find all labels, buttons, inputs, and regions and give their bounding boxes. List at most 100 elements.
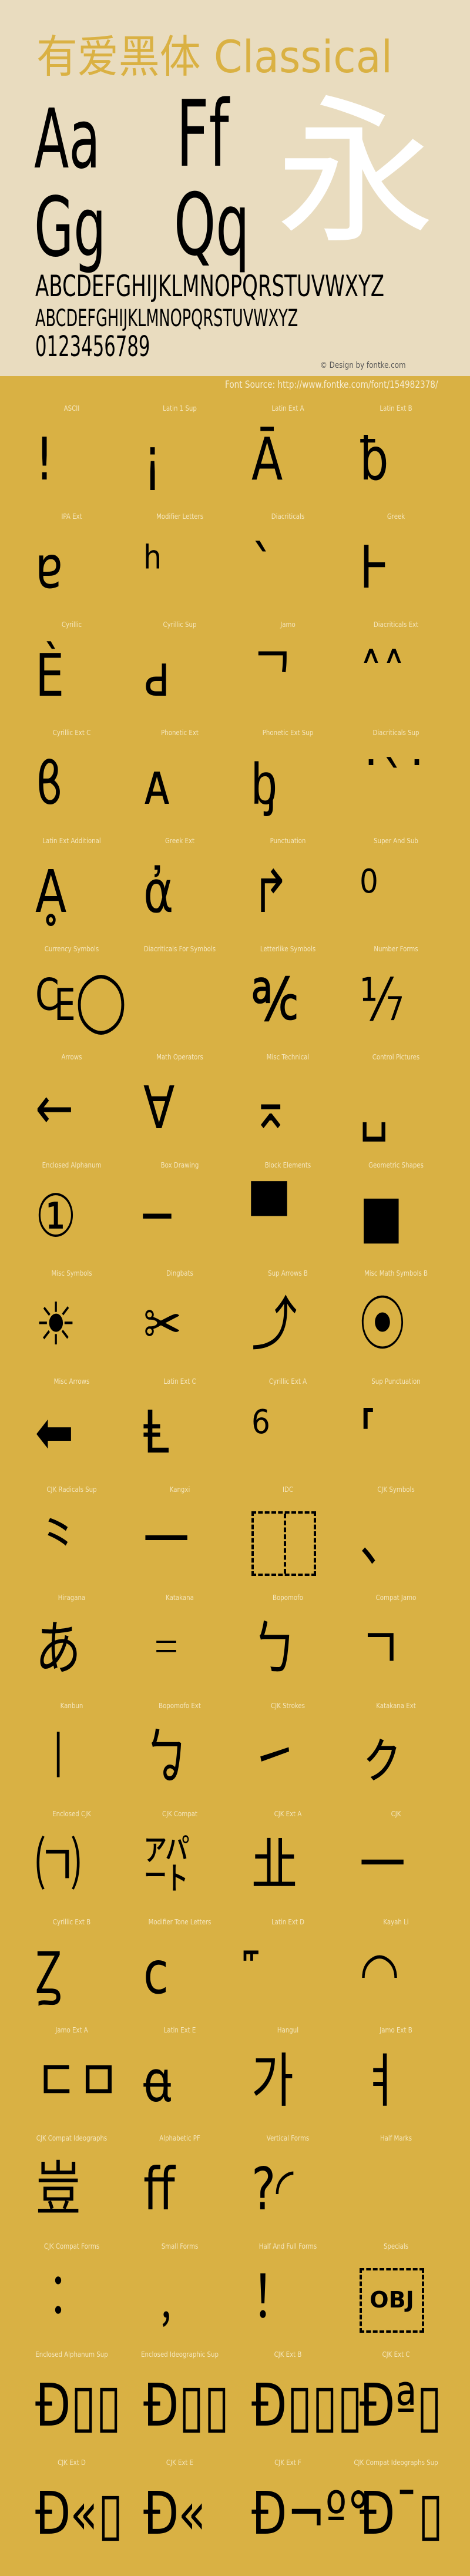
- block-label: CJK Radicals Sup: [46, 1485, 97, 1494]
- block-label: Half Marks: [380, 2134, 412, 2142]
- sample-glyph: ゠: [143, 1614, 189, 1683]
- block-cell: Diacriticals Ext ˄˄: [342, 616, 450, 724]
- sample-glyph: ㆐: [35, 1722, 81, 1791]
- specimen-pair-gg: Gg: [34, 180, 106, 276]
- sample-glyph: Ꙁ: [35, 1938, 62, 2007]
- block-label: Kayah Li: [383, 1918, 409, 1926]
- sample-glyph: ㈀: [35, 1830, 81, 1899]
- sample-glyph: Ͱ: [360, 533, 390, 602]
- block-label: Cyrillic Ext A: [268, 1377, 307, 1386]
- sample-glyph: Ā: [251, 425, 283, 494]
- sample-glyph: Ḁ: [35, 857, 67, 926]
- block-cell: CJK Ext C Đª▯: [342, 2346, 450, 2454]
- uppercase-line: ABCDEFGHIJKLMNOPQRSTUVWXYZ: [35, 269, 385, 303]
- sample-glyph: ─: [143, 1182, 171, 1250]
- block-cell: Sup Punctuation ⸢: [342, 1373, 450, 1481]
- block-cell: Katakana ゠: [126, 1589, 234, 1697]
- block-label: Latin Ext C: [163, 1377, 196, 1386]
- specimen-pair-qq: Qq: [174, 175, 250, 275]
- block-cell: ASCII!: [18, 400, 126, 508]
- block-cell: Dingbats ✂: [126, 1264, 234, 1373]
- block-label: Cyrillic Ext C: [52, 729, 91, 737]
- block-cell: Latin Ext B ƀ: [342, 400, 450, 508]
- block-cell: Enclosed Ideographic Sup Đ▯▯: [126, 2346, 234, 2454]
- block-label: CJK Compat Forms: [43, 2242, 100, 2250]
- block-label: Bopomofo Ext: [159, 1702, 201, 1710]
- block-label: CJK Ext A: [274, 1810, 302, 1818]
- block-cell: Diacriticals ˋ: [234, 508, 342, 616]
- sample-glyph: ㆠ: [143, 1722, 189, 1791]
- block-cell: Half And Full Forms ！: [234, 2238, 342, 2346]
- block-label: CJK Strokes: [271, 1702, 305, 1710]
- sample-glyph: ?◜: [251, 2155, 294, 2223]
- block-cell: CJK Ext A 㐀: [234, 1805, 342, 1913]
- block-cell: Latin Ext A Ā: [234, 400, 342, 508]
- block-cell: CJK Strokes ㇀: [234, 1697, 342, 1805]
- block-cell: Misc Arrows ⬅: [18, 1373, 126, 1481]
- font-source-link[interactable]: Font Source: http://www.fontke.com/font/…: [225, 379, 438, 391]
- sample-glyph: ☀: [35, 1290, 76, 1359]
- block-cell: Cyrillic Ext A ⁶: [234, 1373, 342, 1481]
- block-label: Latin Ext Additional: [42, 837, 101, 845]
- block-label: CJK Ext E: [166, 2458, 194, 2467]
- sample-glyph: ϐ: [35, 749, 63, 818]
- block-cell: Greek Ext ἀ: [126, 832, 234, 940]
- block-cell: Enclosed Alphanum Sup Đ▯▯: [18, 2346, 126, 2454]
- block-label: Small Forms: [161, 2242, 199, 2250]
- block-label: Cyrillic Sup: [163, 620, 197, 629]
- block-cell: Geometric Shapes ■: [342, 1156, 450, 1264]
- block-label: Hangul: [277, 2026, 299, 2034]
- block-label: Diacriticals: [271, 512, 305, 521]
- block-cell: CJK Ext F Đ¬º°: [234, 2454, 370, 2562]
- block-cell: CJK Compat ㌀: [126, 1805, 234, 1913]
- digits-line: 0123456789: [35, 330, 150, 363]
- block-label: Latin Ext D: [271, 1918, 305, 1926]
- sample-glyph: ⌅: [251, 1074, 290, 1142]
- sample-glyph: 豈: [35, 2155, 81, 2223]
- block-label: Diacriticals Sup: [372, 729, 419, 737]
- block-label: Sup Arrows B: [268, 1269, 308, 1277]
- block-label: Enclosed CJK: [52, 1810, 91, 1818]
- block-label: Block Elements: [264, 1161, 311, 1169]
- block-label: CJK Symbols: [377, 1485, 415, 1494]
- block-cell: Greek Ͱ: [342, 508, 450, 616]
- block-cell: Phonetic Ext Sup ᶀ: [234, 724, 342, 832]
- block-label: Katakana: [166, 1594, 194, 1602]
- sample-glyph: ⁶: [251, 1398, 270, 1467]
- block-cell: Phonetic Ext ᴀ: [126, 724, 234, 832]
- block-cell: Latin Ext Additional Ḁ: [18, 832, 126, 940]
- specimen-pair-ff: Ff: [176, 80, 229, 187]
- block-label: CJK Ext D: [58, 2458, 86, 2467]
- block-label: Kangxi: [169, 1485, 190, 1494]
- block-label: Misc Technical: [266, 1053, 310, 1061]
- block-cell: Sup Arrows B ⤴: [234, 1264, 342, 1373]
- sample-glyph: Đ▯▯: [35, 2371, 122, 2440]
- block-cell: Latin Ext C Ⱡ: [126, 1373, 234, 1481]
- block-cell: CJK Compat Ideographs Sup Đ¯▯: [342, 2454, 450, 2562]
- sample-glyph: 、: [360, 1506, 405, 1575]
- sample-glyph: Ⱡ: [143, 1398, 169, 1467]
- block-cell: Block Elements ▀: [234, 1156, 342, 1264]
- block-label: Math Operators: [156, 1053, 203, 1061]
- block-cell: Cyrillic Ext C ϐ: [18, 724, 126, 832]
- block-label: Vertical Forms: [266, 2134, 310, 2142]
- block-cell: Specials OBJ: [342, 2238, 450, 2346]
- block-cell: Modifier Letters ʰ: [126, 508, 234, 616]
- block-cell: IDC: [234, 1481, 342, 1589]
- block-label: Latin Ext B: [380, 404, 412, 412]
- block-label: Hiragana: [58, 1594, 86, 1602]
- sample-glyph: ⸢: [360, 1398, 378, 1467]
- design-credit: © Design by fontke.com: [320, 361, 406, 370]
- sample-glyph: ㇰ: [360, 1722, 405, 1791]
- sample-glyph: ʰ: [143, 533, 162, 602]
- block-cell: Enclosed Alphanum ①: [18, 1156, 126, 1264]
- object-replacement-glyph: OBJ: [360, 2268, 424, 2333]
- block-cell: Compat Jamo ㄱ: [342, 1589, 450, 1697]
- sample-glyph: ∀: [143, 1074, 175, 1142]
- block-cell: Letterlike Symbols ℀: [234, 940, 342, 1048]
- block-label: CJK Compat Ideographs Sup: [354, 2458, 438, 2467]
- block-cell: IPA Ext ɐ: [18, 508, 126, 616]
- block-label: Geometric Shapes: [368, 1161, 424, 1169]
- block-cell: Latin 1 Sup ¡: [126, 400, 234, 508]
- block-label: Dingbats: [166, 1269, 193, 1277]
